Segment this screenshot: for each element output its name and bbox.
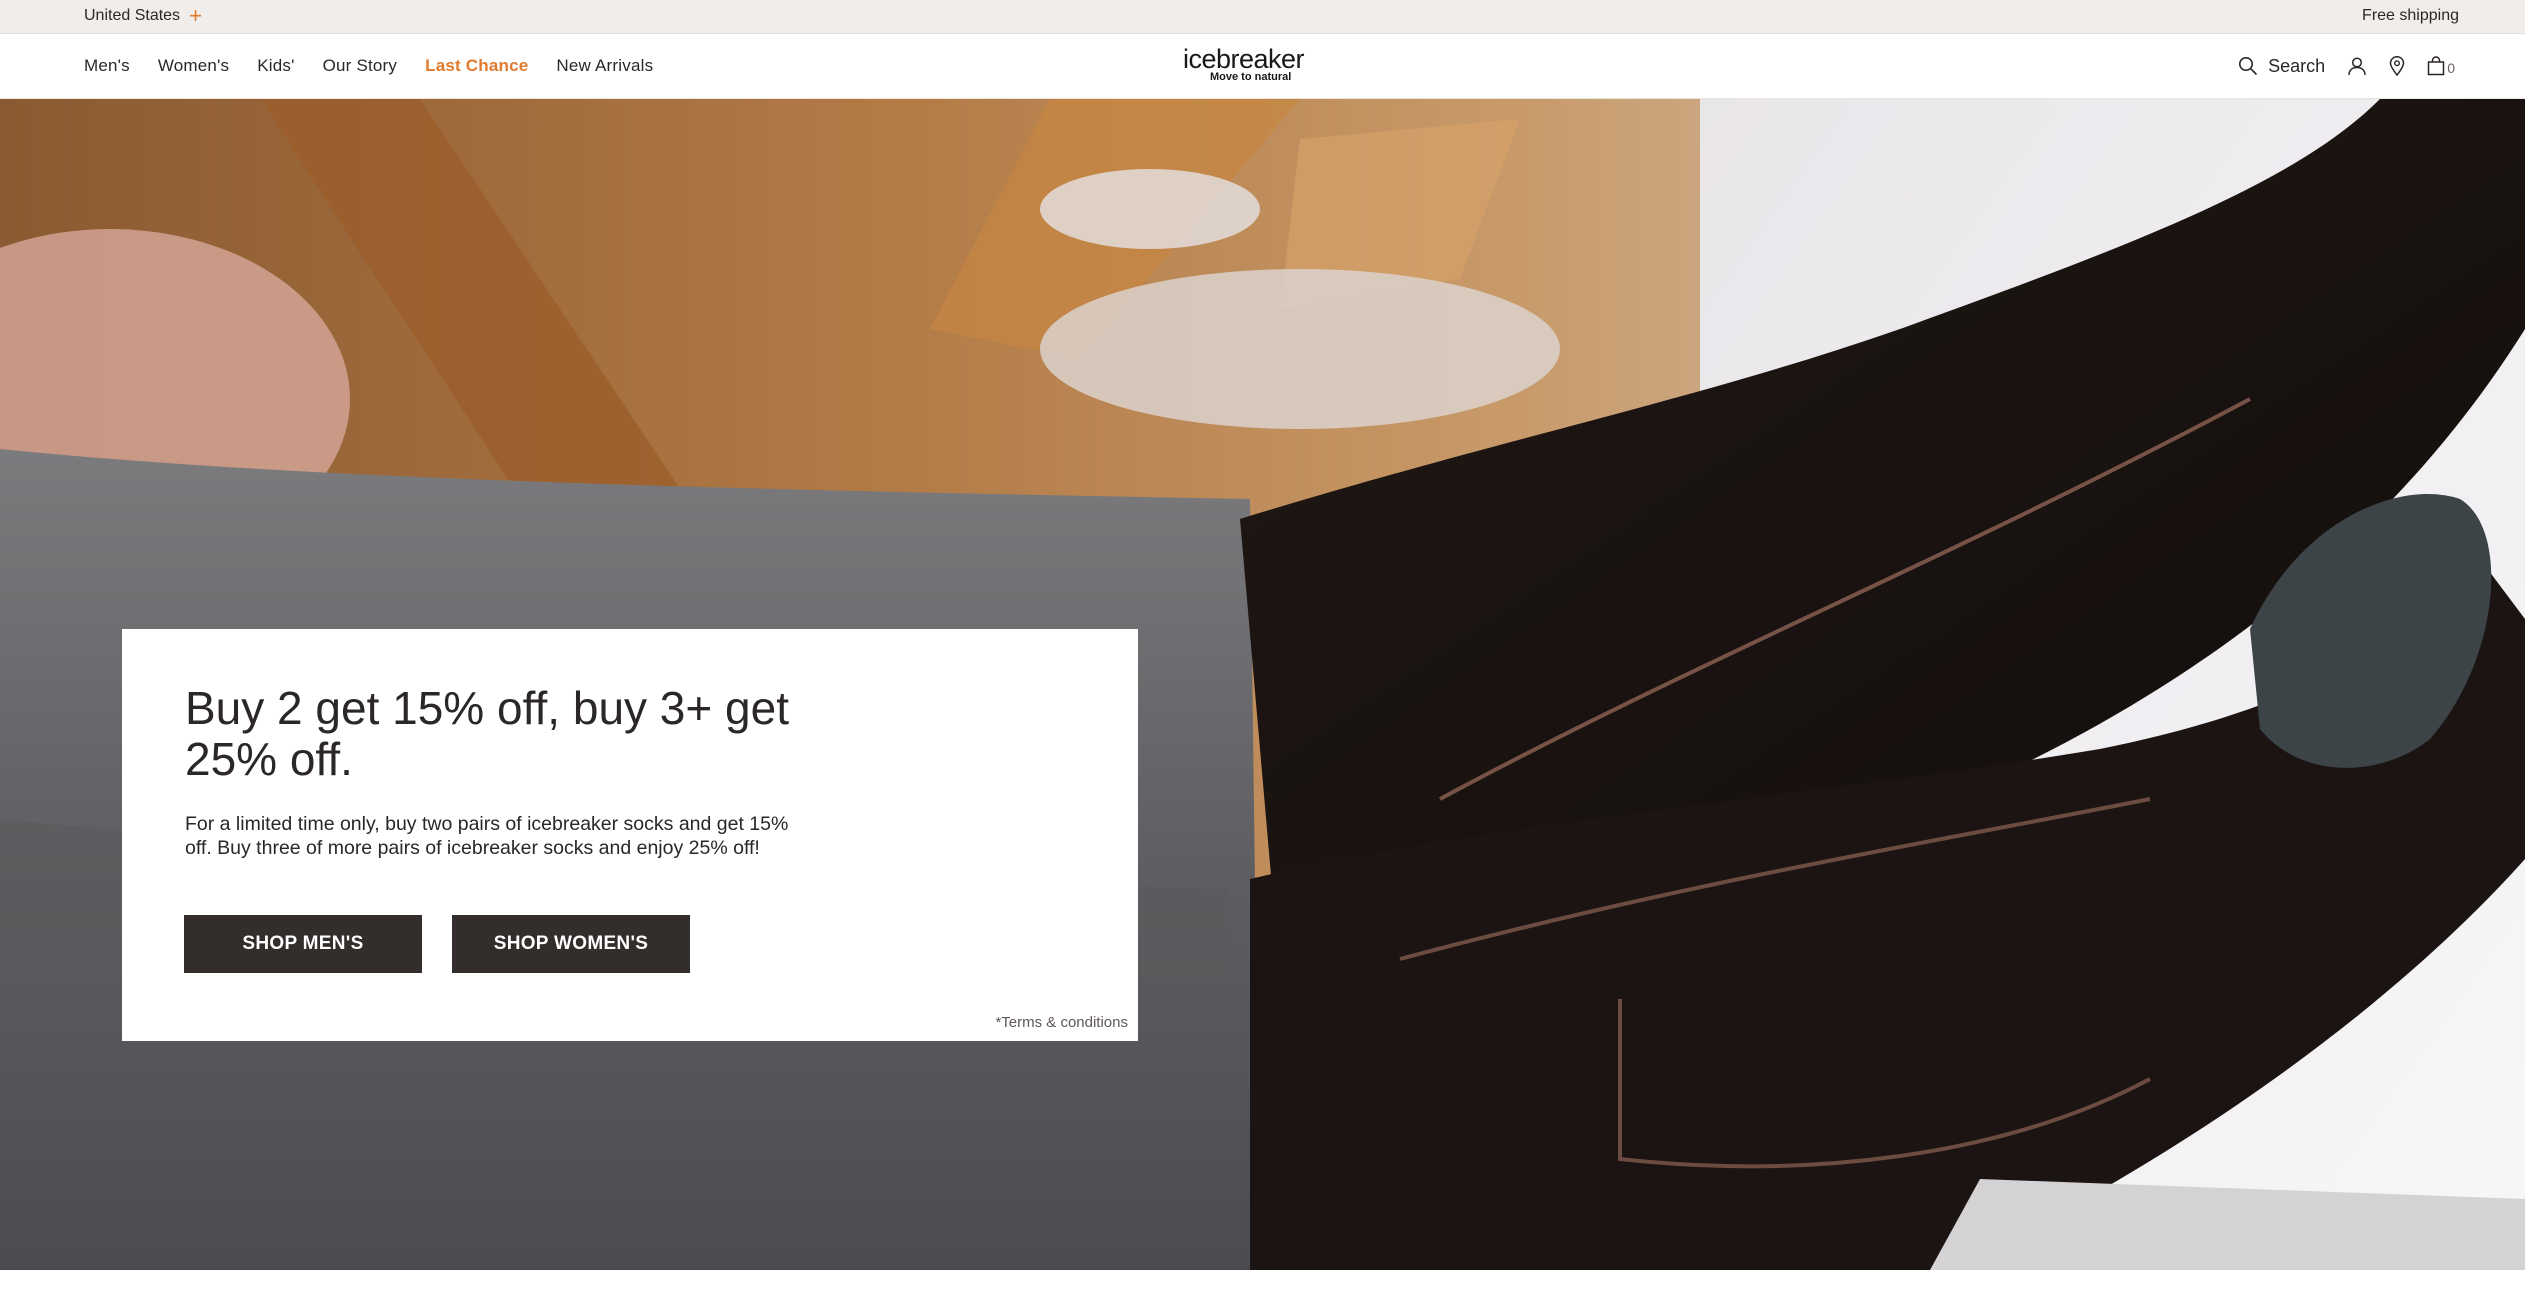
nav-item-last-chance[interactable]: Last Chance	[425, 56, 528, 76]
store-locator-icon[interactable]	[2389, 56, 2405, 76]
terms-link[interactable]: *Terms & conditions	[995, 1014, 1128, 1031]
brand-name: icebreaker	[1182, 44, 1305, 74]
plus-icon: +	[189, 3, 202, 28]
utility-bar: United States + Free shipping	[0, 0, 2525, 34]
nav-item-new-arrivals[interactable]: New Arrivals	[556, 56, 653, 76]
hero-banner: Buy 2 get 15% off, buy 3+ get 25% off. F…	[0, 99, 2525, 1270]
account-icon[interactable]	[2347, 56, 2367, 76]
promo-card: Buy 2 get 15% off, buy 3+ get 25% off. F…	[122, 629, 1138, 1041]
bag-count: 0	[2447, 60, 2455, 76]
locale-label: United States	[84, 7, 181, 24]
header-tools: Search 0	[2238, 34, 2455, 98]
promo-title: Buy 2 get 15% off, buy 3+ get 25% off.	[185, 682, 789, 785]
shopping-bag-icon	[2427, 56, 2445, 76]
shop-womens-button[interactable]: SHOP WOMEN'S	[452, 915, 690, 973]
search-icon	[2238, 56, 2258, 76]
shop-mens-button[interactable]: SHOP MEN'S	[184, 915, 422, 973]
brand-logo[interactable]: icebreaker Move to natural	[1180, 44, 1307, 84]
nav-item-mens[interactable]: Men's	[84, 56, 130, 76]
search-button[interactable]: Search	[2238, 56, 2325, 77]
search-label: Search	[2268, 55, 2326, 76]
bag-button[interactable]: 0	[2427, 56, 2455, 76]
free-shipping-link[interactable]: Free shipping	[2362, 0, 2459, 32]
promo-description: For a limited time only, buy two pairs o…	[185, 813, 789, 859]
nav-item-our-story[interactable]: Our Story	[323, 56, 398, 76]
site-header: Men's Women's Kids' Our Story Last Chanc…	[0, 34, 2525, 99]
page-bottom-strip	[0, 1270, 2525, 1293]
nav-item-kids[interactable]: Kids'	[257, 56, 294, 76]
locale-selector[interactable]: United States +	[84, 0, 202, 32]
nav-item-womens[interactable]: Women's	[158, 56, 229, 76]
main-nav: Men's Women's Kids' Our Story Last Chanc…	[84, 34, 653, 98]
